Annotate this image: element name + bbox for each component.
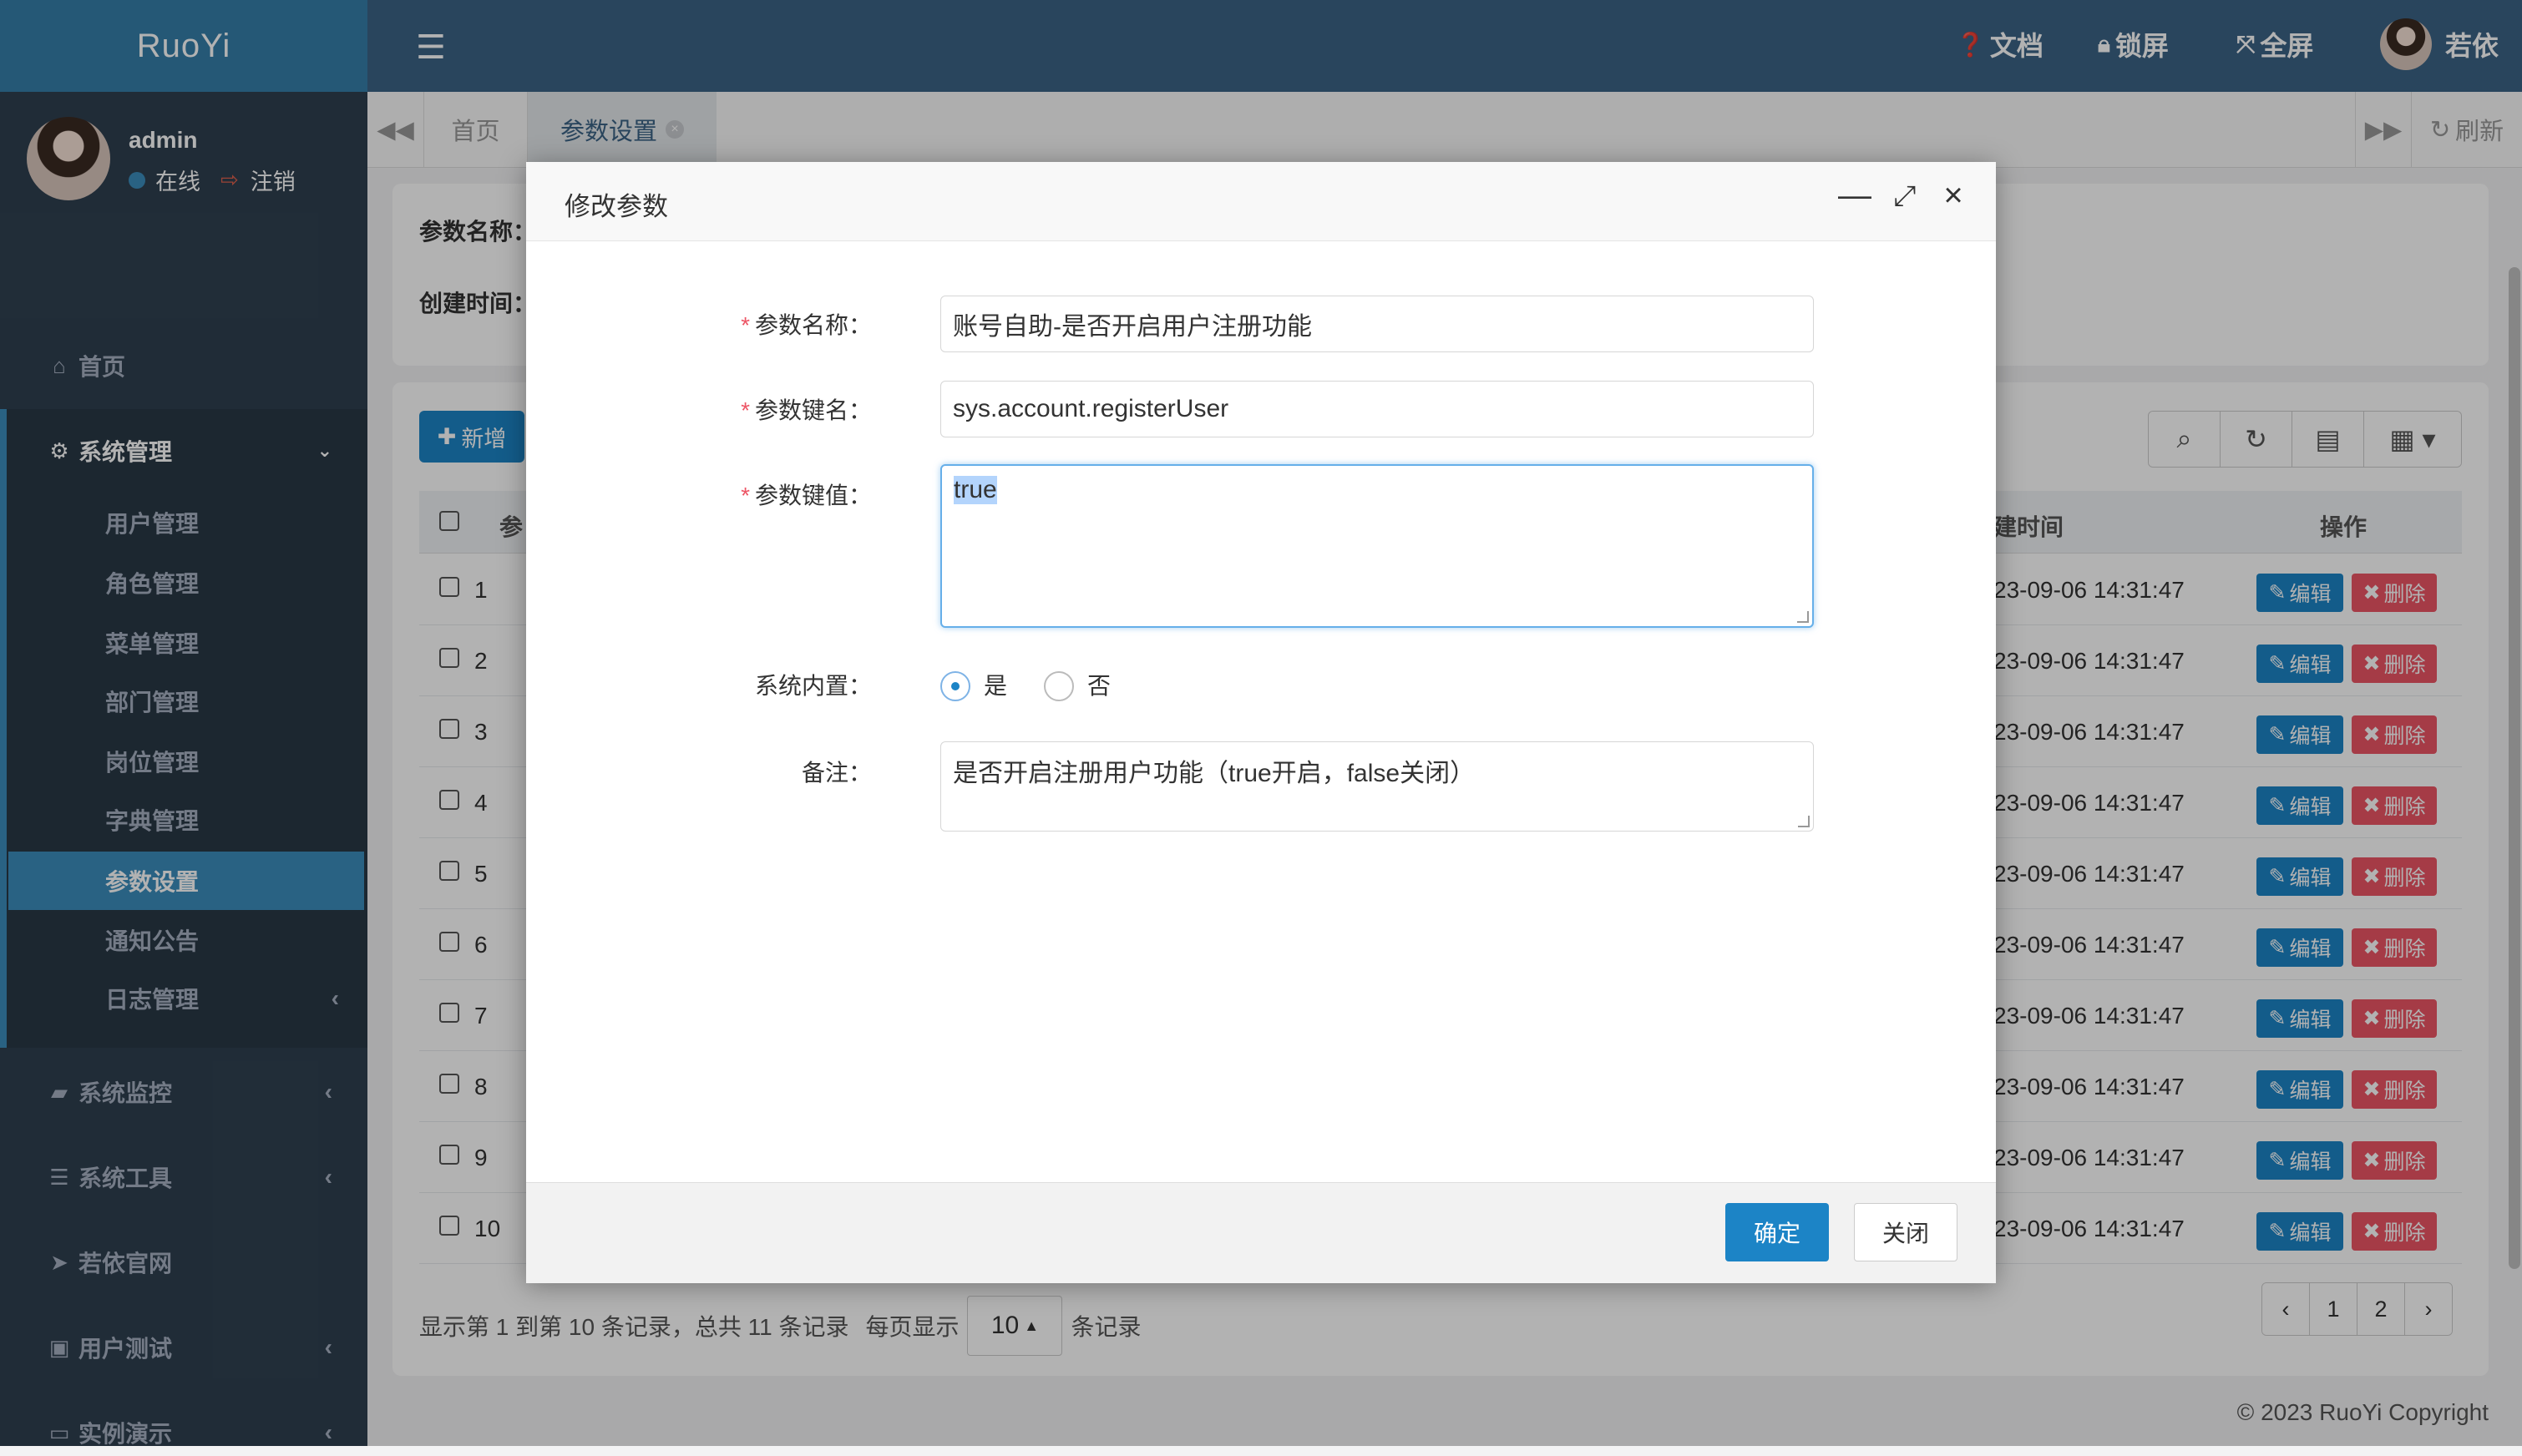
dialog-title: 修改参数 bbox=[565, 192, 668, 221]
resize-handle-icon[interactable] bbox=[1798, 816, 1810, 827]
builtin-yes-label[interactable]: 是 bbox=[984, 671, 1007, 701]
param-name-input[interactable]: 账号自助-是否开启用户注册功能 bbox=[940, 296, 1814, 352]
minimize-icon[interactable]: — bbox=[1834, 177, 1876, 215]
remark-label: 备注： bbox=[801, 760, 872, 786]
resize-handle-icon[interactable] bbox=[1797, 611, 1809, 623]
remark-textarea[interactable]: 是否开启注册用户功能（true开启，false关闭） bbox=[940, 741, 1814, 832]
builtin-label: 系统内置： bbox=[754, 673, 872, 699]
value-label: * 参数键值： bbox=[741, 483, 872, 508]
param-key-input[interactable]: sys.account.registerUser bbox=[940, 381, 1814, 437]
builtin-no-label[interactable]: 否 bbox=[1087, 671, 1111, 701]
param-value-textarea[interactable]: true bbox=[940, 464, 1814, 628]
edit-param-dialog: 修改参数 — ⤢ × * 参数名称： 账号自助-是否开启用户注册功能 * 参数键名：… bbox=[526, 162, 1996, 1283]
confirm-button[interactable]: 确定 bbox=[1725, 1203, 1829, 1261]
name-label: * 参数名称： bbox=[741, 312, 872, 338]
builtin-no-radio[interactable] bbox=[1044, 671, 1074, 701]
maximize-icon[interactable]: ⤢ bbox=[1884, 180, 1926, 213]
close-button[interactable]: 关闭 bbox=[1854, 1203, 1957, 1261]
param-name-value: 账号自助-是否开启用户注册功能 bbox=[953, 313, 1312, 341]
close-icon[interactable]: × bbox=[1932, 177, 1974, 215]
param-value-text: true bbox=[954, 476, 997, 504]
builtin-yes-radio[interactable] bbox=[940, 671, 970, 701]
dialog-header: 修改参数 — ⤢ × bbox=[526, 162, 1996, 241]
remark-text: 是否开启注册用户功能（true开启，false关闭） bbox=[953, 760, 1476, 787]
param-key-value: sys.account.registerUser bbox=[953, 395, 1229, 422]
builtin-radio-group: 是 否 bbox=[940, 671, 1191, 705]
key-label: * 参数键名： bbox=[741, 397, 872, 423]
dialog-footer: 确定 关闭 bbox=[526, 1182, 1996, 1283]
